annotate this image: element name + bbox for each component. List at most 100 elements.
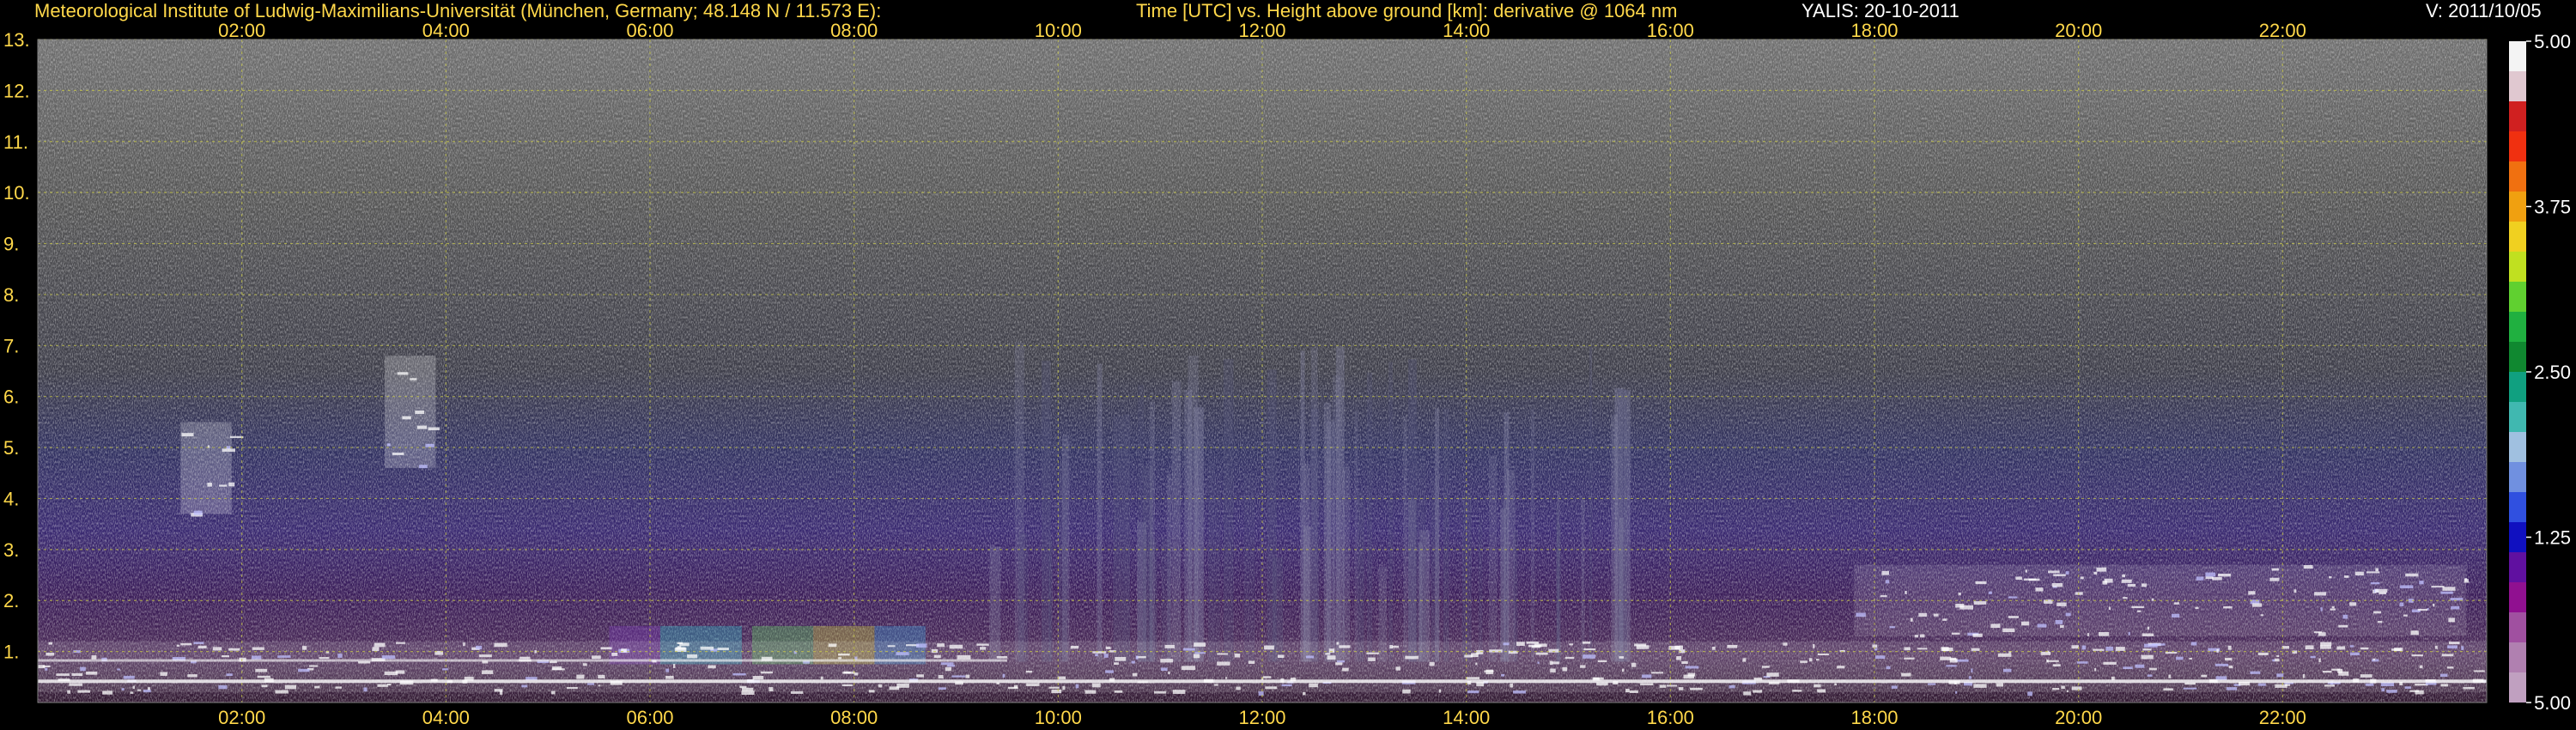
colorbar [2509, 41, 2526, 703]
feature-speck [937, 643, 945, 648]
x-tick-label-bottom: 10:00 [1035, 707, 1082, 728]
ground-signal-line [38, 679, 2487, 684]
x-tick-label-bottom: 12:00 [1238, 707, 1285, 728]
plume-streak [1243, 473, 1255, 662]
feature-speck [1742, 658, 1747, 662]
feature-speck [676, 647, 686, 650]
feature-speck [521, 684, 528, 688]
x-tick-label-top: 06:00 [626, 20, 673, 41]
feature-speck [2404, 686, 2411, 689]
feature-speck [2293, 589, 2297, 593]
feature-speck [916, 643, 927, 648]
feature-speck [2331, 605, 2335, 609]
feature-speck [275, 690, 289, 694]
feature-speck [752, 676, 764, 680]
feature-speck [130, 691, 133, 694]
feature-speck [2051, 582, 2063, 587]
plume-streak [1223, 359, 1234, 662]
feature-speck [2080, 576, 2084, 580]
feature-speck [2131, 605, 2144, 609]
feature-speck [1971, 668, 1973, 672]
feature-speck [228, 482, 235, 487]
feature-speck [1550, 668, 1556, 672]
feature-speck [2201, 674, 2208, 678]
feature-speck [586, 683, 595, 685]
feature-speck [938, 687, 946, 690]
feature-speck [2071, 645, 2079, 649]
feature-speck [1659, 684, 1667, 688]
feature-speck [2027, 691, 2032, 697]
plume-streak [1388, 362, 1394, 662]
feature-speck [1942, 618, 1947, 621]
feature-speck [2251, 603, 2263, 607]
y-tick-label: 9. [3, 234, 19, 255]
feature-speck [69, 683, 83, 686]
feature-speck [2330, 608, 2336, 611]
feature-speck [1885, 580, 1890, 584]
feature-speck [868, 690, 875, 693]
feature-speck [1234, 653, 1241, 658]
plume-streak [1443, 408, 1449, 662]
feature-speck [672, 664, 676, 668]
plume-streak [1215, 484, 1220, 662]
feature-speck [1642, 674, 1652, 678]
feature-speck [1928, 683, 1936, 685]
feature-speck [1051, 689, 1062, 694]
feature-speck [494, 642, 507, 648]
plume-streak [1149, 401, 1156, 662]
feature-speck [2354, 571, 2364, 576]
plume-streak [1617, 389, 1627, 662]
feature-speck [2096, 567, 2107, 572]
feature-speck [2053, 574, 2066, 576]
feature-speck [791, 690, 804, 694]
plume-streak [1500, 508, 1506, 662]
x-tick-label-top: 18:00 [1850, 20, 1898, 41]
y-tick-label: 10. [3, 182, 30, 204]
feature-speck [2318, 658, 2321, 663]
feature-speck [1583, 654, 1596, 659]
feature-speck [1676, 655, 1682, 660]
feature-speck [1485, 672, 1494, 675]
feature-speck [611, 653, 618, 656]
feature-speck [2276, 654, 2280, 657]
feature-speck [2329, 575, 2332, 579]
x-tick-label-bottom: 18:00 [1850, 707, 1898, 728]
feature-speck [415, 411, 425, 415]
feature-speck [255, 668, 268, 672]
feature-speck [1681, 660, 1688, 664]
y-tick-label: 8. [3, 284, 19, 306]
feature-speck [2215, 663, 2229, 666]
feature-speck [1666, 684, 1678, 687]
boundary-layer-top-line [38, 659, 1007, 662]
feature-speck [1172, 690, 1186, 694]
feature-speck [1971, 648, 1980, 651]
feature-speck [576, 674, 585, 679]
feature-speck [2087, 633, 2089, 636]
feature-speck [1182, 648, 1195, 651]
feature-speck [374, 642, 386, 648]
feature-speck [284, 684, 297, 690]
feature-speck [261, 684, 268, 688]
feature-speck [1467, 690, 1479, 694]
feature-speck [226, 446, 231, 449]
feature-speck [2336, 646, 2346, 650]
feature-speck [2434, 645, 2438, 649]
feature-speck [1690, 687, 1703, 690]
feature-speck [1901, 672, 1911, 677]
feature-speck [428, 427, 440, 430]
feature-speck [160, 672, 167, 676]
feature-speck [2373, 611, 2381, 614]
feature-speck [1164, 644, 1176, 648]
feature-speck [2447, 645, 2458, 649]
plume-streak [1358, 490, 1364, 662]
feature-speck [402, 416, 411, 420]
feature-speck [1889, 626, 1896, 629]
feature-speck [1501, 673, 1505, 677]
feature-speck [67, 690, 70, 694]
feature-speck [828, 643, 837, 648]
feature-speck [2463, 686, 2475, 690]
feature-speck [1891, 685, 1898, 689]
plume-streak [1488, 455, 1498, 662]
feature-speck [197, 645, 207, 649]
feature-speck [1875, 655, 1886, 660]
